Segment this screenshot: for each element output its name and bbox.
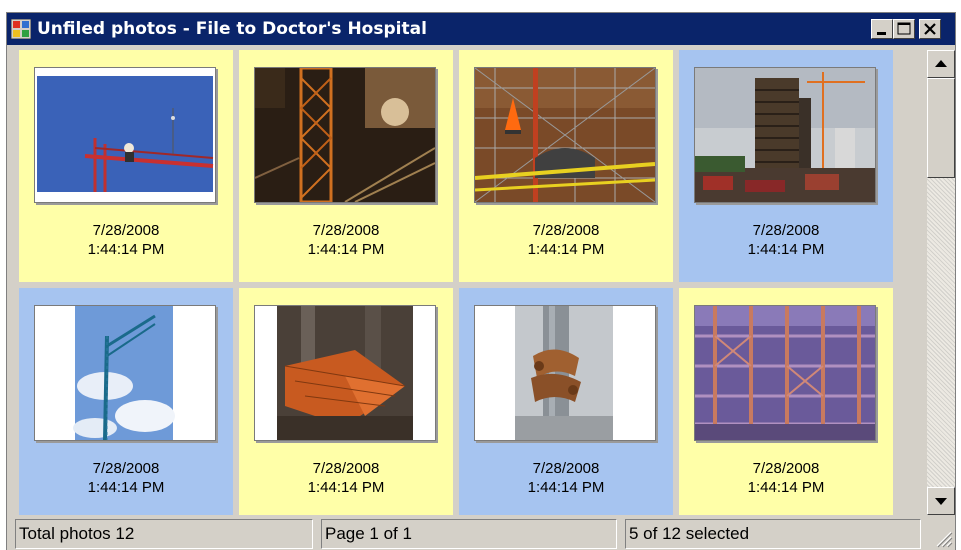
close-button[interactable]: [919, 19, 941, 39]
photo-thumbnail[interactable]: [34, 305, 216, 441]
photo-tile[interactable]: 7/28/2008 1:44:14 PM: [19, 288, 233, 515]
photo-tile[interactable]: 7/28/2008 1:44:14 PM: [679, 50, 893, 282]
photo-caption: 7/28/2008 1:44:14 PM: [19, 459, 233, 497]
title-bar[interactable]: Unfiled photos - File to Doctor's Hospit…: [7, 13, 955, 45]
photo-caption: 7/28/2008 1:44:14 PM: [239, 221, 453, 259]
scroll-up-button[interactable]: [927, 50, 955, 78]
scroll-down-button[interactable]: [927, 487, 955, 515]
photo-tile[interactable]: 7/28/2008 1:44:14 PM: [239, 50, 453, 282]
status-page: Page 1 of 1: [321, 519, 617, 549]
status-total-photos: Total photos 12: [15, 519, 313, 549]
photo-time: 1:44:14 PM: [527, 479, 605, 496]
photo-time: 1:44:14 PM: [527, 241, 605, 258]
photo-tile[interactable]: 7/28/2008 1:44:14 PM: [459, 288, 673, 515]
photo-date: 7/28/2008: [532, 460, 600, 477]
photo-thumbnail[interactable]: [254, 305, 436, 441]
photo-grid: 7/28/2008 1:44:14 PM 7/28/2008 1:44:14 P…: [13, 50, 925, 515]
maximize-icon: [897, 22, 911, 35]
close-icon: [924, 23, 936, 35]
photo-thumbnail[interactable]: [694, 67, 876, 203]
arrow-up-icon: [935, 60, 947, 67]
photo-window: Unfiled photos - File to Doctor's Hospit…: [6, 12, 956, 550]
photo-thumbnail[interactable]: [34, 67, 216, 203]
photo-caption: 7/28/2008 1:44:14 PM: [19, 221, 233, 259]
photo-thumbnail[interactable]: [254, 67, 436, 203]
photo-time: 1:44:14 PM: [747, 479, 825, 496]
photo-tile[interactable]: 7/28/2008 1:44:14 PM: [19, 50, 233, 282]
photo-caption: 7/28/2008 1:44:14 PM: [459, 459, 673, 497]
photo-date: 7/28/2008: [532, 222, 600, 239]
photo-tile[interactable]: 7/28/2008 1:44:14 PM: [239, 288, 453, 515]
photo-date: 7/28/2008: [92, 222, 160, 239]
photo-caption: 7/28/2008 1:44:14 PM: [679, 221, 893, 259]
minimize-icon: [877, 32, 886, 35]
vertical-scrollbar[interactable]: [927, 50, 955, 515]
app-icon[interactable]: [10, 18, 32, 40]
photo-time: 1:44:14 PM: [87, 241, 165, 258]
photo-caption: 7/28/2008 1:44:14 PM: [239, 459, 453, 497]
status-selected-count: 5 of 12 selected: [625, 519, 921, 549]
arrow-down-icon: [935, 498, 947, 505]
photo-thumbnail[interactable]: [474, 305, 656, 441]
photo-thumbnail[interactable]: [474, 67, 656, 203]
photo-tile[interactable]: 7/28/2008 1:44:14 PM: [459, 50, 673, 282]
window-title: Unfiled photos - File to Doctor's Hospit…: [37, 19, 427, 39]
scroll-thumb[interactable]: [927, 78, 955, 178]
photo-date: 7/28/2008: [92, 460, 160, 477]
photo-time: 1:44:14 PM: [747, 241, 825, 258]
photo-date: 7/28/2008: [752, 460, 820, 477]
photo-thumbnail[interactable]: [694, 305, 876, 441]
photo-time: 1:44:14 PM: [87, 479, 165, 496]
photo-time: 1:44:14 PM: [307, 479, 385, 496]
photo-tile[interactable]: 7/28/2008 1:44:14 PM: [679, 288, 893, 515]
minimize-button[interactable]: [871, 19, 893, 39]
status-bar: Total photos 12 Page 1 of 1 5 of 12 sele…: [7, 516, 955, 550]
photo-time: 1:44:14 PM: [307, 241, 385, 258]
resize-grip-icon[interactable]: [933, 528, 953, 548]
maximize-button[interactable]: [893, 19, 915, 39]
photo-caption: 7/28/2008 1:44:14 PM: [679, 459, 893, 497]
photo-date: 7/28/2008: [312, 460, 380, 477]
photo-date: 7/28/2008: [752, 222, 820, 239]
photo-date: 7/28/2008: [312, 222, 380, 239]
photo-caption: 7/28/2008 1:44:14 PM: [459, 221, 673, 259]
